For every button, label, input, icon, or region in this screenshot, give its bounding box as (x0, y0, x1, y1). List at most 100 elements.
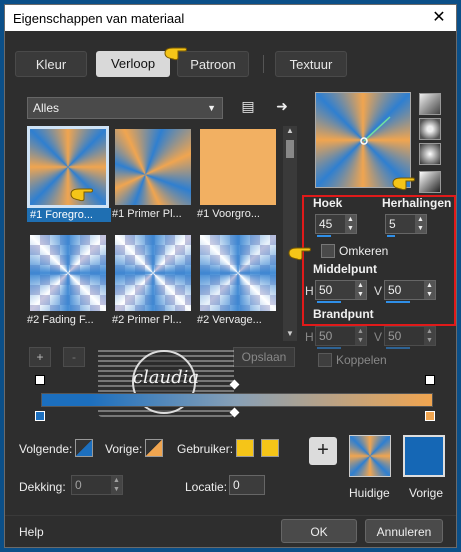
center-v-label: V (374, 284, 383, 298)
cancel-button[interactable]: Annuleren (365, 519, 443, 543)
radial-style-button[interactable] (419, 171, 441, 193)
gradient-preview-image (30, 235, 106, 311)
gradient-preview-image (115, 129, 191, 205)
center-h-label: H (305, 284, 314, 298)
gradient-thumbnail[interactable]: #2 Vervage... (197, 232, 279, 328)
focal-v-slider[interactable] (386, 347, 410, 349)
add-color-button[interactable]: + (309, 437, 337, 465)
opacity-stop-left[interactable] (35, 375, 45, 385)
close-icon[interactable]: ✕ (428, 7, 450, 29)
current-material-swatch[interactable] (349, 435, 391, 477)
tab-bar: Kleur Verloop Patroon Textuur (5, 47, 456, 79)
link-label: Koppelen (336, 353, 387, 367)
thumbnail-caption: #2 Fading F... (27, 314, 94, 326)
center-v-slider[interactable] (386, 301, 410, 303)
opacity-stop-right[interactable] (425, 375, 435, 385)
category-dropdown[interactable]: Alles ▼ (27, 97, 223, 119)
gradient-preview-image (115, 235, 191, 311)
library-scrollbar[interactable]: ▲ ▼ (283, 126, 297, 341)
tab-textuur[interactable]: Textuur (275, 51, 347, 77)
previous-label: Vorige: (105, 442, 143, 456)
linear-style-button[interactable] (419, 93, 441, 115)
scrollbar-thumb[interactable] (286, 140, 294, 158)
spin-arrows-icon[interactable]: ▲ ▼ (415, 215, 426, 233)
gradient-thumbnail[interactable]: #1 Foregro... (27, 126, 111, 222)
chevron-down-icon: ▼ (207, 103, 216, 113)
gradient-preview-image (200, 129, 276, 205)
center-h-slider[interactable] (317, 301, 341, 303)
center-point-label: Middelpunt (313, 262, 377, 276)
add-gradient-button[interactable]: + (29, 347, 51, 367)
user-label: Gebruiker: (177, 442, 234, 456)
focal-h-input[interactable]: 50 ▲ ▼ (315, 326, 367, 349)
pointing-hand-icon (164, 47, 187, 61)
gradient-thumbnail[interactable]: #2 Fading F... (27, 232, 109, 328)
gradient-library: #1 Foregro... #1 Primer Pl... #1 Voorgro… (27, 126, 277, 341)
angle-label: Hoek (313, 196, 343, 210)
previous-stop-swatch[interactable] (145, 439, 163, 457)
material-properties-dialog: Eigenschappen van materiaal ✕ Kleur Verl… (4, 4, 457, 548)
user-color-swatch-alt[interactable] (261, 439, 279, 457)
next-stop-swatch[interactable] (75, 439, 93, 457)
gradient-thumbnail[interactable]: #1 Voorgro... (197, 126, 279, 222)
title-bar: Eigenschappen van materiaal ✕ (5, 5, 456, 31)
user-color-swatch[interactable] (236, 439, 254, 457)
spin-arrows-icon[interactable]: ▲ ▼ (111, 476, 122, 494)
remove-gradient-button[interactable]: - (63, 347, 85, 367)
color-stop-right[interactable] (425, 411, 435, 421)
list-view-icon[interactable]: ▤ (239, 97, 257, 115)
footer-divider (5, 515, 456, 516)
gradient-thumbnail[interactable]: #1 Primer Pl... (112, 126, 194, 222)
angle-input[interactable]: 45 ▲ ▼ (315, 214, 357, 237)
spin-arrows-icon[interactable]: ▲ ▼ (424, 327, 435, 345)
angle-slider[interactable] (317, 235, 331, 237)
scroll-up-icon[interactable]: ▲ (283, 126, 297, 138)
window-title: Eigenschappen van materiaal (13, 11, 185, 26)
gradient-preview-image (200, 235, 276, 311)
gradient-preview[interactable] (315, 92, 411, 188)
spin-arrows-icon[interactable]: ▲ ▼ (345, 215, 356, 233)
pointing-hand-icon (288, 247, 311, 261)
scroll-down-icon[interactable]: ▼ (283, 329, 297, 341)
center-h-input[interactable]: 50 ▲ ▼ (315, 280, 367, 303)
center-h-value: 50 (319, 283, 333, 297)
spin-arrows-icon[interactable]: ▲ ▼ (355, 327, 366, 345)
repeats-input[interactable]: 5 ▲ ▼ (385, 214, 427, 237)
location-input[interactable]: 0 (229, 475, 265, 495)
gradient-thumbnail[interactable]: #2 Primer Pl... (112, 232, 194, 328)
category-dropdown-value: Alles (33, 101, 60, 115)
focal-v-value: 50 (388, 329, 402, 343)
invert-checkbox[interactable] (321, 244, 335, 258)
center-v-input[interactable]: 50 ▲ ▼ (384, 280, 436, 303)
spin-arrows-icon[interactable]: ▲ ▼ (424, 281, 435, 299)
repeats-value: 5 (389, 217, 396, 231)
repeats-label: Herhalingen (382, 196, 452, 210)
location-label: Locatie: (185, 480, 228, 494)
rectangular-style-button[interactable] (419, 118, 441, 140)
gradient-editor-bar[interactable] (41, 393, 433, 407)
focal-h-value: 50 (319, 329, 333, 343)
watermark-text: claudia (132, 367, 200, 388)
focal-v-input[interactable]: 50 ▲ ▼ (384, 326, 436, 349)
thumbnail-caption: #2 Vervage... (197, 314, 262, 326)
center-v-value: 50 (388, 283, 402, 297)
ok-button[interactable]: OK (281, 519, 357, 543)
spin-arrows-icon[interactable]: ▲ ▼ (355, 281, 366, 299)
sunburst-style-button[interactable] (419, 143, 441, 165)
opacity-input[interactable]: 0 ▲ ▼ (71, 475, 123, 495)
focal-h-slider[interactable] (317, 347, 341, 349)
tab-kleur[interactable]: Kleur (15, 51, 87, 77)
opacity-label: Dekking: (19, 480, 66, 494)
tab-verloop[interactable]: Verloop (96, 51, 170, 77)
location-value: 0 (233, 478, 240, 492)
color-stop-left[interactable] (35, 411, 45, 421)
pointing-hand-icon (70, 188, 93, 202)
help-link[interactable]: Help (19, 525, 44, 539)
arrow-right-icon[interactable]: ➜ (273, 97, 291, 115)
invert-label: Omkeren (339, 244, 389, 258)
previous-material-swatch[interactable] (403, 435, 445, 477)
repeats-slider[interactable] (387, 235, 395, 237)
tab-divider (263, 55, 264, 73)
save-gradient-button[interactable]: Opslaan (233, 347, 295, 367)
link-checkbox[interactable] (318, 353, 332, 367)
